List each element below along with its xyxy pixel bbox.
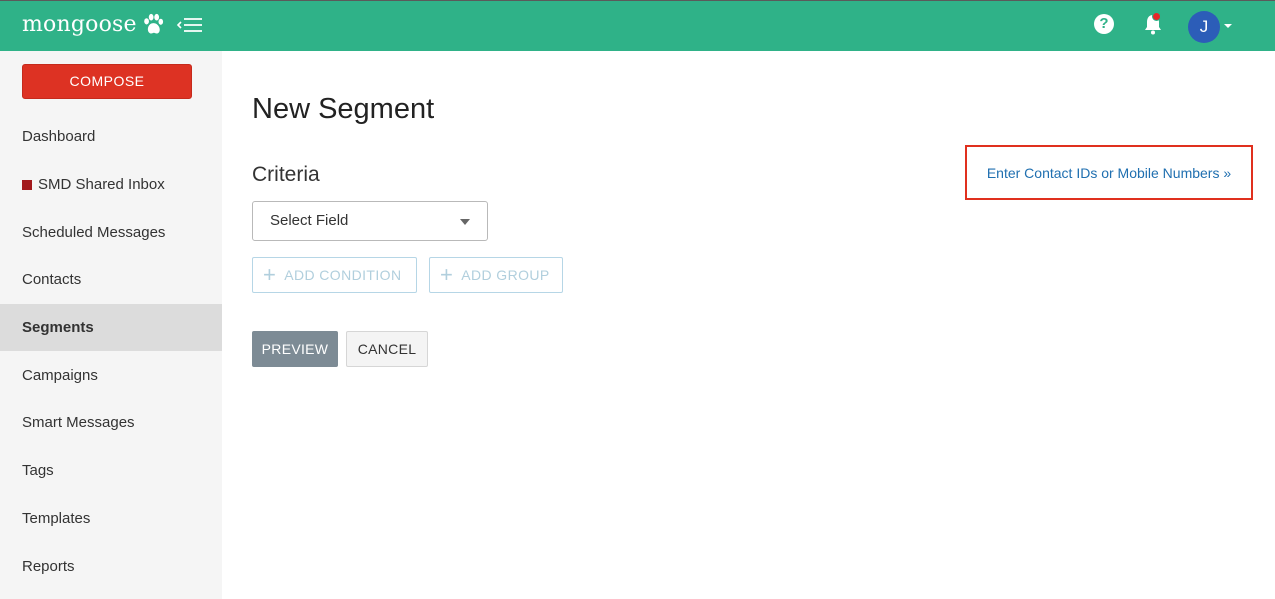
inbox-color-icon — [22, 179, 32, 190]
sidebar-item-smd-shared-inbox[interactable]: SMD Shared Inbox — [0, 161, 222, 209]
notification-badge — [1152, 12, 1161, 21]
sidebar-item-label: Segments — [22, 319, 94, 337]
sidebar-item-dashboard[interactable]: Dashboard — [0, 113, 222, 161]
criteria-heading: Criteria — [252, 163, 320, 186]
sidebar-item-label: SMD Shared Inbox — [38, 176, 165, 194]
main-content: New Segment Criteria Select Field + ADD … — [222, 51, 1275, 599]
sidebar-item-label: Tags — [22, 462, 54, 480]
add-group-button[interactable]: + ADD GROUP — [429, 257, 563, 293]
enter-contact-ids-link[interactable]: Enter Contact IDs or Mobile Numbers » — [987, 165, 1231, 181]
sidebar-item-label: Campaigns — [22, 366, 98, 384]
plus-icon: + — [440, 262, 454, 287]
sidebar-item-label: Scheduled Messages — [22, 223, 166, 241]
avatar[interactable]: J — [1188, 11, 1220, 43]
sidebar-item-templates[interactable]: Templates — [0, 495, 222, 543]
sidebar-item-label: Reports — [22, 557, 75, 575]
compose-button[interactable]: COMPOSE — [22, 64, 192, 99]
select-field-dropdown[interactable]: Select Field — [252, 201, 488, 241]
preview-button[interactable]: PREVIEW — [252, 331, 338, 367]
cancel-button[interactable]: CANCEL — [346, 331, 428, 367]
sidebar-item-label: Templates — [22, 509, 91, 527]
sidebar-item-reports[interactable]: Reports — [0, 542, 222, 590]
select-field-value: Select Field — [270, 212, 349, 229]
top-navbar: mongoose ? J — [0, 0, 1275, 51]
plus-icon: + — [263, 262, 277, 287]
menu-collapse-icon[interactable] — [176, 16, 204, 38]
sidebar-item-segments[interactable]: Segments — [0, 303, 222, 352]
top-right-actions: ? J — [975, 1, 1275, 52]
sidebar-item-label: Contacts — [22, 271, 82, 289]
sidebar-item-campaigns[interactable]: Campaigns — [0, 351, 222, 399]
add-condition-label: ADD CONDITION — [284, 267, 402, 283]
chevron-down-icon[interactable] — [1224, 24, 1232, 28]
sidebar-item-label: Smart Messages — [22, 414, 135, 432]
sidebar-nav: Dashboard SMD Shared Inbox Scheduled Mes… — [0, 113, 222, 590]
add-condition-button[interactable]: + ADD CONDITION — [252, 257, 417, 293]
sidebar-item-tags[interactable]: Tags — [0, 447, 222, 495]
caret-down-icon — [460, 219, 470, 225]
contact-ids-highlight-box: Enter Contact IDs or Mobile Numbers » — [965, 145, 1253, 200]
sidebar-item-label: Dashboard — [22, 128, 96, 146]
page-title: New Segment — [252, 93, 435, 125]
sidebar-item-contacts[interactable]: Contacts — [0, 256, 222, 304]
sidebar-item-smart-messages[interactable]: Smart Messages — [0, 399, 222, 447]
help-icon[interactable]: ? — [1094, 14, 1114, 34]
sidebar-item-scheduled-messages[interactable]: Scheduled Messages — [0, 208, 222, 256]
mongoose-logo[interactable]: mongoose — [22, 12, 164, 37]
sidebar: COMPOSE Dashboard SMD Shared Inbox Sched… — [0, 51, 222, 599]
logo-text: mongoose — [22, 12, 137, 37]
paw-icon — [143, 13, 163, 33]
add-group-label: ADD GROUP — [461, 267, 550, 283]
